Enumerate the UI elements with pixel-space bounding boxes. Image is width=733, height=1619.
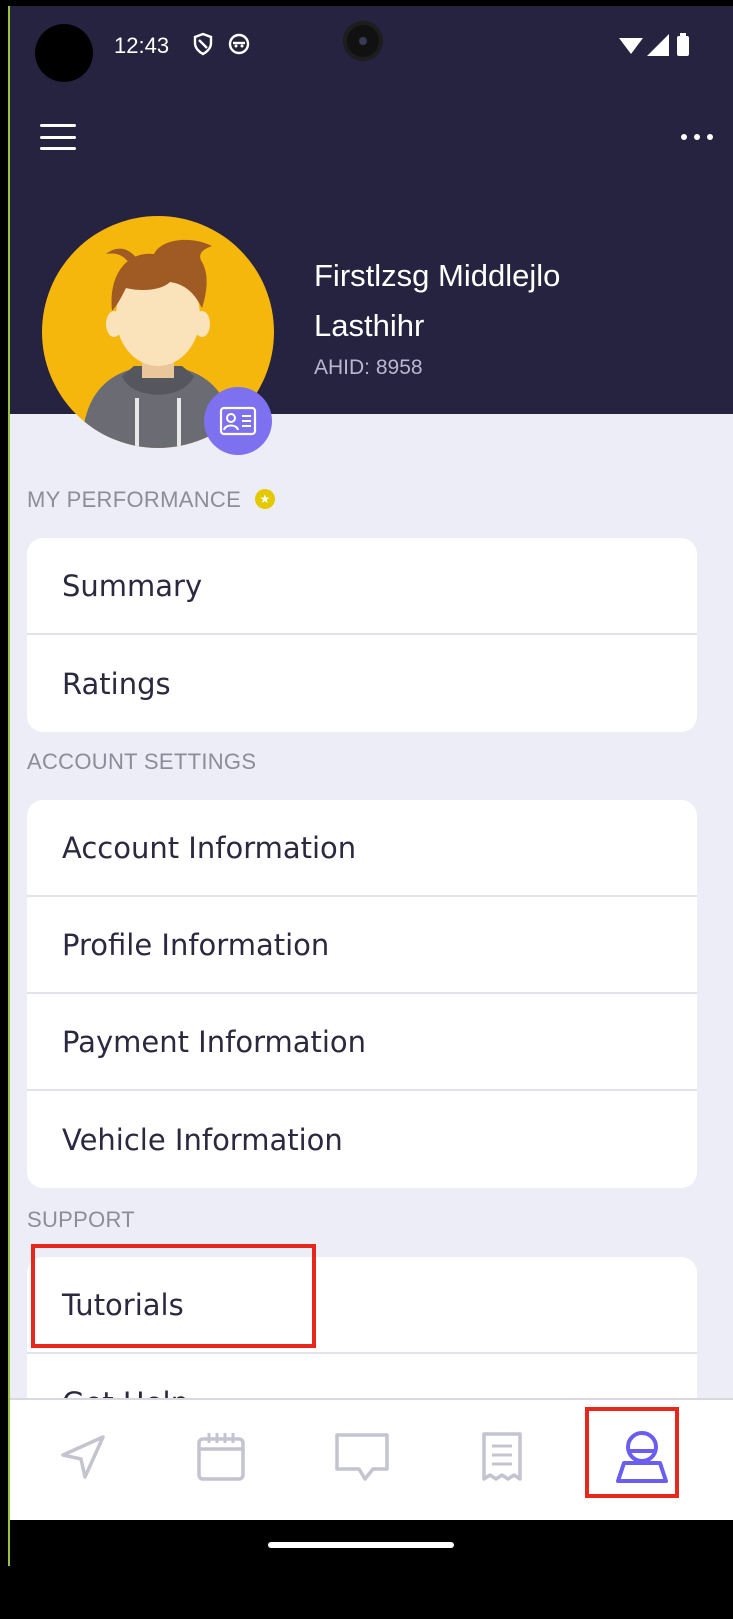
nav-messages[interactable] <box>327 1422 397 1492</box>
star-badge-icon <box>255 489 276 510</box>
menu-item-summary[interactable]: Summary <box>27 538 697 635</box>
front-camera <box>343 21 383 61</box>
phone-frame: 12:43 Firstlzsg Middlejlo Lasthihr AHID:… <box>0 0 733 1619</box>
navigation-icon <box>61 1435 105 1479</box>
id-card-button[interactable] <box>204 387 272 455</box>
menu-item-payment-information[interactable]: Payment Information <box>27 994 697 1091</box>
menu-item-profile-information[interactable]: Profile Information <box>27 897 697 994</box>
section-title-account: ACCOUNT SETTINGS <box>27 749 257 774</box>
camera-cutout <box>35 24 93 82</box>
app-screen: 12:43 Firstlzsg Middlejlo Lasthihr AHID:… <box>8 6 733 1566</box>
menu-item-account-information[interactable]: Account Information <box>27 800 697 897</box>
section-title-performance-label: MY PERFORMANCE <box>27 487 242 512</box>
highlight-box-tutorials <box>31 1244 316 1348</box>
nav-receipts[interactable] <box>467 1422 537 1492</box>
performance-card: Summary Ratings <box>27 538 697 732</box>
section-title-performance: MY PERFORMANCE <box>27 487 276 513</box>
id-card-icon <box>219 406 257 436</box>
nav-navigation[interactable] <box>48 1422 118 1492</box>
gesture-navigation-bar[interactable] <box>10 1520 733 1566</box>
more-options-icon[interactable] <box>677 122 717 152</box>
user-name: Firstlzsg Middlejlo Lasthihr <box>314 258 561 343</box>
menu-item-vehicle-information[interactable]: Vehicle Information <box>27 1091 697 1188</box>
calendar-icon <box>197 1433 245 1481</box>
highlight-box-profile-tab <box>585 1407 679 1498</box>
section-title-support: SUPPORT <box>27 1207 136 1232</box>
status-bar: 12:43 <box>10 6 733 86</box>
system-status-icons <box>619 33 689 56</box>
user-id: AHID: 8958 <box>314 356 423 379</box>
shield-icon <box>193 32 213 56</box>
app-notification-icon <box>228 33 250 55</box>
nav-schedule[interactable] <box>186 1422 256 1492</box>
menu-icon[interactable] <box>38 120 78 154</box>
status-time: 12:43 <box>114 33 170 58</box>
account-card: Account Information Profile Information … <box>27 800 697 1188</box>
chat-icon <box>335 1433 389 1481</box>
receipt-icon <box>482 1432 522 1481</box>
menu-item-ratings[interactable]: Ratings <box>27 635 697 732</box>
